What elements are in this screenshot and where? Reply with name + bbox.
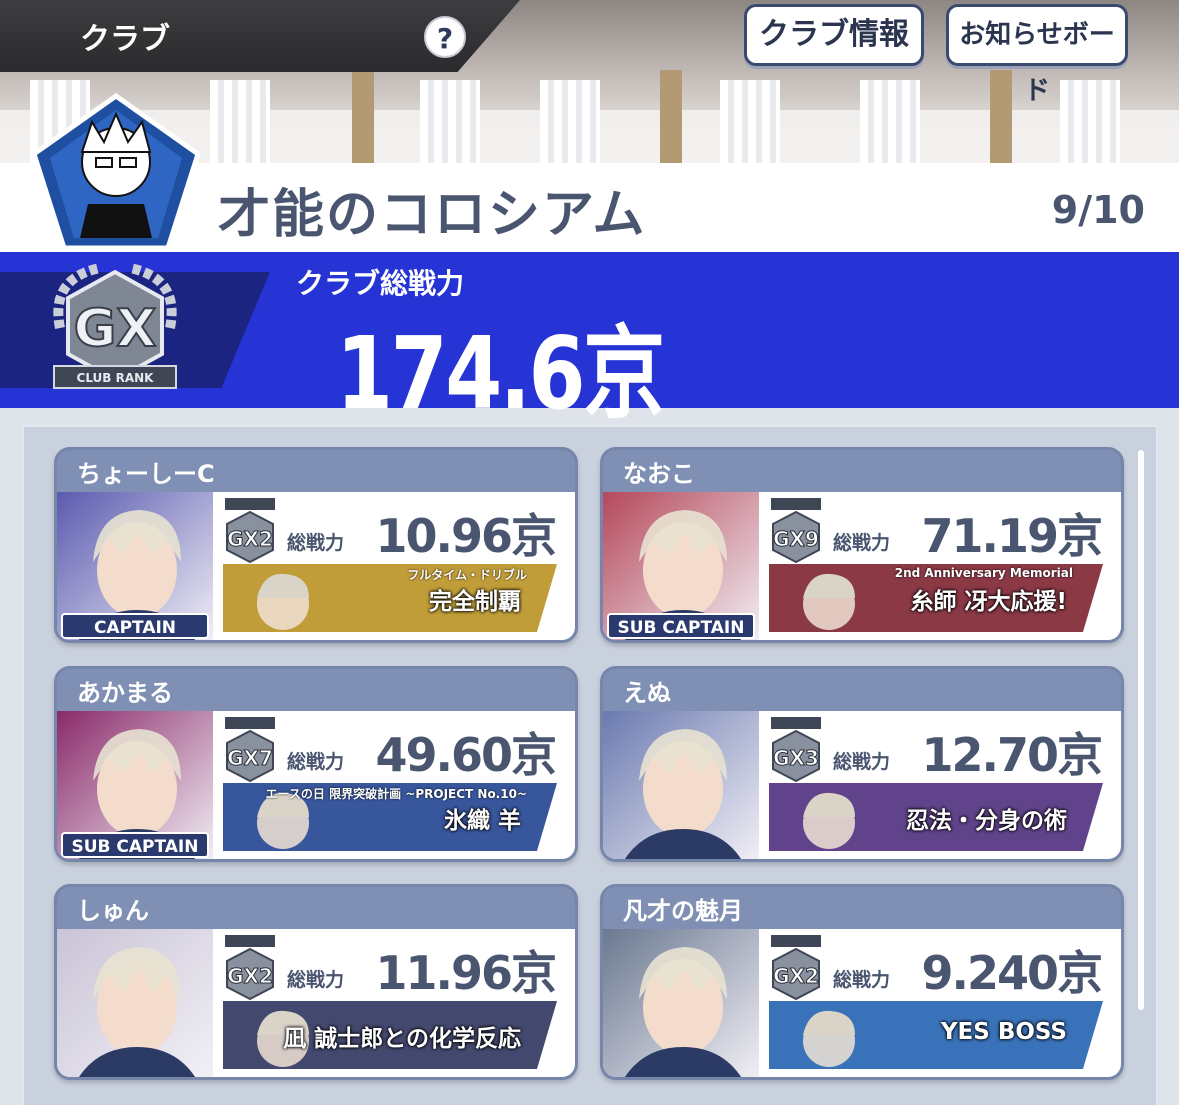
member-name: 凡才の魅月 bbox=[623, 897, 743, 925]
member-avatar[interactable]: SUB CAPTAIN bbox=[57, 711, 213, 859]
member-power-label: 総戦力 bbox=[287, 532, 345, 554]
team-rank-badge-icon: GX9 bbox=[771, 498, 821, 564]
background-curtain bbox=[1060, 80, 1120, 170]
member-power-label: 総戦力 bbox=[833, 532, 891, 554]
member-power-value: 49.60京 bbox=[375, 728, 557, 782]
member-avatar[interactable]: SUB CAPTAIN bbox=[603, 492, 759, 640]
team-rank-badge-icon: GX2 bbox=[225, 935, 275, 1001]
member-card[interactable]: あかまる SUB CAPTAIN GX7 総戦力 49.60京 エースの日 限界… bbox=[54, 666, 578, 862]
member-name: あかまる bbox=[77, 679, 173, 707]
member-title-text: YES BOSS bbox=[940, 1019, 1067, 1045]
member-list-scrollbar[interactable] bbox=[1138, 450, 1144, 1010]
team-rank-label: GX2 bbox=[773, 964, 819, 988]
background-curtain bbox=[210, 80, 270, 170]
member-power-value: 9.240京 bbox=[921, 946, 1103, 1000]
member-card[interactable]: しゅん GX2 総戦力 11.96京 凪 誠士郎との化学反応 bbox=[54, 884, 578, 1080]
character-portrait-icon bbox=[603, 929, 759, 1077]
member-power-label: 総戦力 bbox=[287, 969, 345, 991]
member-name: えぬ bbox=[623, 679, 671, 707]
team-rank-badge-icon: GX3 bbox=[771, 717, 821, 783]
help-icon[interactable]: ? bbox=[424, 16, 466, 58]
notice-board-button[interactable]: お知らせボード bbox=[946, 4, 1128, 106]
member-card[interactable]: なおこ SUB CAPTAIN GX9 総戦力 71.19京 2nd Anniv… bbox=[600, 447, 1124, 643]
member-card-body: GX2 総戦力 11.96京 凪 誠士郎との化学反応 bbox=[57, 929, 575, 1077]
member-card[interactable]: えぬ GX3 総戦力 12.70京 忍法・分身の術 bbox=[600, 666, 1124, 862]
team-rank-badge-icon: GX2 bbox=[225, 498, 275, 564]
member-title-plate: 忍法・分身の術 bbox=[769, 783, 1103, 851]
member-card[interactable]: 凡才の魅月 GX2 総戦力 9.240京 YES BOSS bbox=[600, 884, 1124, 1080]
club-rank-badge-icon: GX CLUB RANK bbox=[53, 263, 177, 389]
character-portrait-icon bbox=[57, 929, 213, 1077]
background-curtain bbox=[540, 80, 600, 170]
member-title-plate: 凪 誠士郎との化学反応 bbox=[223, 1001, 557, 1069]
club-name: 才能のコロシアム bbox=[218, 185, 647, 245]
member-power-value: 11.96京 bbox=[375, 946, 557, 1000]
background-beam bbox=[352, 70, 374, 170]
club-emblem-icon[interactable] bbox=[30, 92, 202, 252]
club-info-button[interactable]: クラブ情報 bbox=[744, 4, 924, 66]
team-rank-badge-icon: GX2 bbox=[771, 935, 821, 1001]
team-rank-label: GX2 bbox=[227, 964, 273, 988]
member-title-subtitle: エースの日 限界突破計画 ~PROJECT No.10~ bbox=[265, 787, 527, 801]
member-role-badge: SUB CAPTAIN bbox=[61, 832, 209, 858]
member-avatar[interactable] bbox=[57, 929, 213, 1077]
member-name: なおこ bbox=[623, 460, 695, 488]
member-title-subtitle: 2nd Anniversary Memorial bbox=[894, 566, 1073, 580]
background-curtain bbox=[860, 80, 920, 170]
member-power-label: 総戦力 bbox=[833, 969, 891, 991]
member-title-text: 糸師 冴大応援! bbox=[910, 589, 1068, 615]
member-card-body: SUB CAPTAIN GX9 総戦力 71.19京 2nd Anniversa… bbox=[603, 492, 1121, 640]
background-beam bbox=[990, 70, 1012, 170]
member-power-value: 12.70京 bbox=[921, 728, 1103, 782]
team-rank-label: GX3 bbox=[773, 746, 819, 770]
club-power-value: 174.6京 bbox=[336, 315, 665, 432]
member-count: 9/10 bbox=[1051, 188, 1145, 232]
member-avatar[interactable] bbox=[603, 711, 759, 859]
character-portrait-icon bbox=[603, 711, 759, 859]
member-title-plate: エースの日 限界突破計画 ~PROJECT No.10~ 氷織 羊 bbox=[223, 783, 557, 851]
member-title-text: 氷織 羊 bbox=[443, 808, 521, 834]
member-title-text: 完全制覇 bbox=[429, 589, 521, 615]
member-name: ちょーしーC bbox=[77, 460, 215, 488]
member-avatar[interactable]: CAPTAIN bbox=[57, 492, 213, 640]
team-rank-label: GX2 bbox=[227, 527, 273, 551]
member-title-plate: YES BOSS bbox=[769, 1001, 1103, 1069]
member-title-subtitle: フルタイム・ドリブル bbox=[407, 568, 527, 582]
page-title: クラブ bbox=[80, 22, 170, 57]
member-card[interactable]: ちょーしーC CAPTAIN GX2 総戦力 10.96京 フルタイム・ドリブル… bbox=[54, 447, 578, 643]
member-title-plate: フルタイム・ドリブル 完全制覇 bbox=[223, 564, 557, 632]
background-curtain bbox=[420, 80, 480, 170]
member-role-badge: SUB CAPTAIN bbox=[607, 613, 755, 639]
team-rank-badge-icon: GX7 bbox=[225, 717, 275, 783]
member-card-body: SUB CAPTAIN GX7 総戦力 49.60京 エースの日 限界突破計画 … bbox=[57, 711, 575, 859]
member-title-text: 凪 誠士郎との化学反応 bbox=[283, 1026, 521, 1052]
member-title-plate: 2nd Anniversary Memorial 糸師 冴大応援! bbox=[769, 564, 1103, 632]
member-power-label: 総戦力 bbox=[833, 751, 891, 773]
member-power-value: 10.96京 bbox=[375, 509, 557, 563]
background-beam bbox=[660, 70, 682, 170]
member-avatar[interactable] bbox=[603, 929, 759, 1077]
club-rank-label: GX bbox=[74, 299, 157, 359]
member-power-value: 71.19京 bbox=[921, 509, 1103, 563]
member-card-body: CAPTAIN GX2 総戦力 10.96京 フルタイム・ドリブル 完全制覇 bbox=[57, 492, 575, 640]
club-rank-caption: CLUB RANK bbox=[77, 371, 155, 385]
member-name: しゅん bbox=[77, 897, 149, 925]
team-rank-label: GX9 bbox=[773, 527, 819, 551]
member-title-text: 忍法・分身の術 bbox=[906, 808, 1067, 834]
team-rank-label: GX7 bbox=[227, 746, 273, 770]
member-card-body: GX2 総戦力 9.240京 YES BOSS bbox=[603, 929, 1121, 1077]
member-card-body: GX3 総戦力 12.70京 忍法・分身の術 bbox=[603, 711, 1121, 859]
background-curtain bbox=[720, 80, 780, 170]
member-power-label: 総戦力 bbox=[287, 751, 345, 773]
member-role-badge: CAPTAIN bbox=[61, 613, 209, 639]
